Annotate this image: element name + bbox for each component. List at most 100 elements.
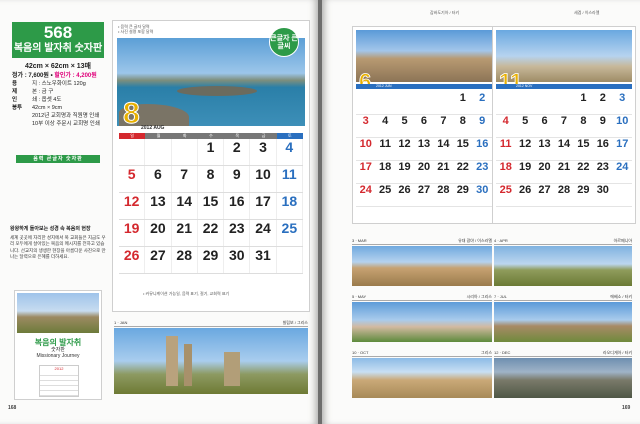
photo-caption: 세겜 / 이스라엘 [574, 10, 600, 15]
calendar-day: 13 [417, 138, 431, 150]
calendar-day: 28 [437, 184, 450, 196]
calendar-week-row: 12 3 [496, 92, 632, 115]
calendar-day: 3 [362, 115, 369, 127]
calendar-day: 28 [172, 247, 198, 273]
calendar-cover: 복음의 발자취 숫자판 Missionary Journey 2012 [14, 290, 102, 400]
calendar-day: 26 [519, 184, 532, 196]
calendar-day: 4 [382, 115, 389, 127]
calendar-day: 27 [145, 247, 172, 273]
month-number: 8 [123, 97, 141, 130]
cover-photo [17, 293, 99, 333]
calendar-day [395, 92, 414, 114]
strip-photo-stones [494, 358, 632, 398]
calendar-weeks: 1 2 3 4 5 6 7 8 9 10 11 12 13 14 15 16 17 18 19 20 21 22 23 24 2… [119, 139, 303, 274]
calendar-day: 19 [398, 161, 411, 173]
calendar-day: 7 [560, 115, 568, 127]
calendar-day: 15 [577, 138, 590, 150]
strip-header: 3 · MAR 유대 광야 / 이스라엘 [352, 238, 492, 245]
calendar-day: 17 [616, 138, 629, 150]
calendar-week-row: 18 19 20 21 22 23 24 [496, 161, 632, 184]
page-number: 169 [622, 405, 631, 411]
cover-mini-calendar: 2012 [39, 365, 79, 397]
calendar-day [119, 139, 146, 165]
calendar-day: 6 [145, 166, 172, 192]
calendar-day: 5 [119, 166, 146, 192]
price-regular: 정가 : 7,600원 • [12, 73, 55, 79]
spec-note: 10부 이상 주문시 교회명 인쇄 [32, 121, 100, 127]
product-number: 568 [43, 23, 73, 42]
calendar-day: 24 [359, 184, 372, 196]
calendar-day [145, 139, 172, 165]
calendar-day [434, 92, 453, 114]
calendar-day [515, 92, 534, 114]
calendar-day: 21 [557, 161, 571, 173]
page-number: 168 [8, 405, 17, 411]
calendar-day: 4 [502, 115, 509, 127]
calendar-day: 14 [172, 193, 198, 219]
calendar-day: 22 [577, 161, 590, 173]
calendar-day: 24 [616, 161, 629, 173]
spec-size: 42cm × 62cm × 13매 [25, 63, 91, 70]
price-discount: 할인가 : 4,200원 [54, 73, 97, 79]
month-label: 2012 AUG [141, 125, 165, 131]
calendar-day: 26 [398, 184, 411, 196]
calendar-day: 5 [401, 115, 408, 127]
calendar-day: 20 [538, 161, 551, 173]
left-page: 568 복음의 발자취 숫자판 42cm × 62cm × 13매 정가 : 7… [0, 0, 318, 424]
strip-header: 7 · JUL 에베소 / 터키 [494, 294, 632, 301]
calendar-day: 1 [580, 92, 587, 104]
calendar-day: 22 [456, 161, 469, 173]
calendar-day: 8 [580, 115, 587, 127]
calendar-day: 9 [599, 115, 606, 127]
calendar-day: 6 [420, 115, 428, 127]
calendar-day: 10 [359, 138, 372, 150]
calendar-day [414, 92, 433, 114]
calendar-day [496, 92, 515, 114]
right-page: 갑바도기아 / 터키 세겜 / 이스라엘 6 2012 JUN 12345678… [322, 0, 640, 424]
calendar-day: 27 [417, 184, 431, 196]
calendar-day: 27 [538, 184, 551, 196]
spec-note: 2012년 교회명과 직원명 인쇄 [32, 113, 100, 119]
calendar-day [613, 184, 632, 206]
cover-subtitle: 숫자판 Missionary Journey [36, 347, 80, 359]
calendar-week-row: 24 25 26 27 28 29 30 [356, 184, 492, 207]
strip-header: 12 · DEC 라오디게아 / 터키 [494, 350, 632, 357]
calendar-day: 23 [224, 220, 251, 246]
calendar-day: 30 [476, 184, 489, 196]
month-bar: 2012 JUN [356, 84, 492, 89]
calendar-june: 6 2012 JUN 1 2 3 4 5 6 7 8 9 10 11 12 13 14 15 16 17 18 19… [352, 26, 496, 224]
calendar-day [277, 247, 303, 273]
calendar-day: 2 [224, 139, 251, 165]
calendar-week-row: 4 5 6 7 8 9 10 [496, 115, 632, 138]
calendar-day: 3 [250, 139, 277, 165]
calendar-day: 28 [557, 184, 571, 196]
calendar-day: 13 [145, 193, 172, 219]
calendar-day: 21 [172, 220, 198, 246]
calendar-day: 26 [119, 247, 146, 273]
spec-row: 용지 : 스노우화이트 120g [12, 81, 86, 87]
calendar-day: 11 [379, 138, 391, 150]
calendar-day: 14 [437, 138, 450, 150]
calendar-day: 12 [519, 138, 532, 150]
calendar-day: 1 [459, 92, 466, 104]
calendar-day: 7 [440, 115, 447, 127]
calendar-day: 17 [250, 193, 277, 219]
calendar-november: 11 2012 NOV 1 2 3 4 5 6 7 8 9 10 11 12 13 14 15 16 17 18 1… [492, 26, 636, 224]
calendar-day: 4 [277, 139, 303, 165]
calendar-day: 25 [499, 184, 512, 196]
strip-photo-columns [352, 358, 492, 398]
strip-photo-desert [352, 246, 492, 286]
strip-header: 1 · JAN 빌립보 / 그리스 [114, 320, 308, 327]
calendar-day: 30 [224, 247, 251, 273]
photo-caption: 갑바도기아 / 터키 [430, 10, 460, 15]
calendar-notes: • 음력 큰 글자 달력 • 사진 설명 포함 달력 [118, 24, 154, 34]
calendar-day: 18 [499, 161, 512, 173]
strip-photo-ruins [114, 328, 308, 394]
calendar-day: 2 [599, 92, 606, 104]
calendar-day: 3 [619, 92, 626, 104]
calendar-day: 5 [522, 115, 529, 127]
calendar-day: 29 [577, 184, 590, 196]
calendar-day: 21 [437, 161, 450, 173]
calendar-grid: 일 월 화 수 목 금 토 1 2 3 4 5 6 7 8 9 10 11 12 13 14 15 16 17 1… [119, 133, 303, 274]
calendar-day [356, 92, 375, 114]
